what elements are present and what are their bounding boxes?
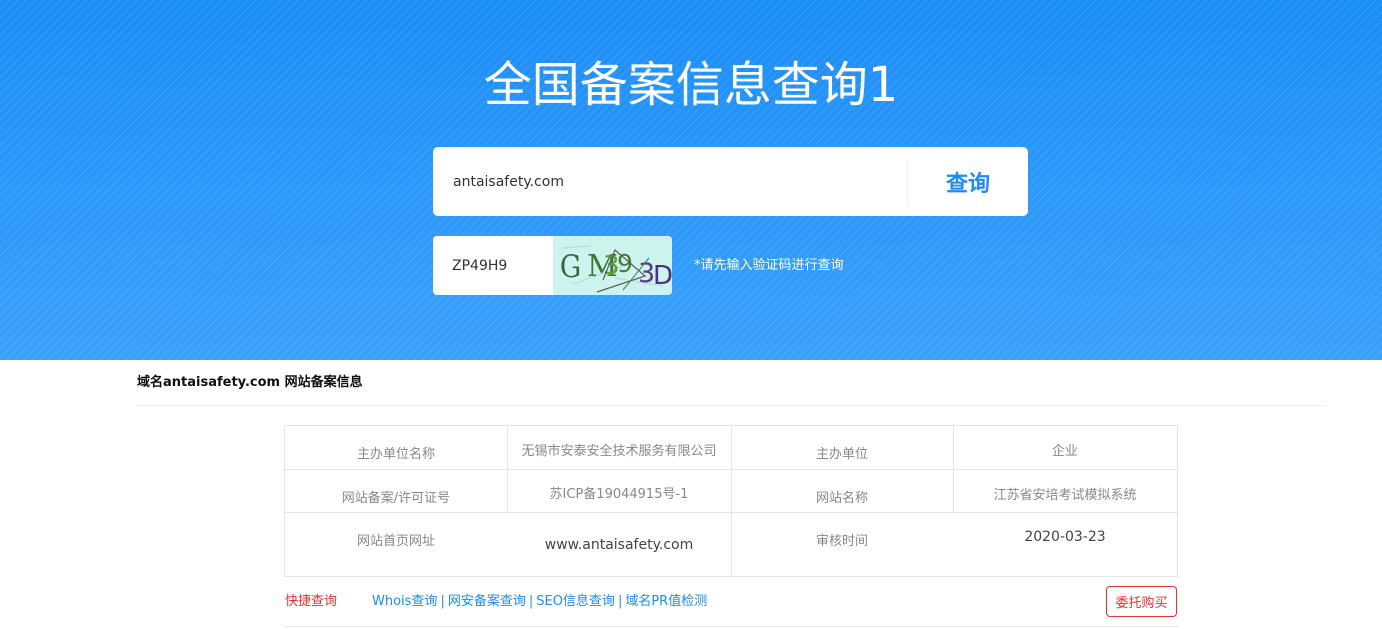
section-title: 域名antaisafety.com 网站备案信息: [137, 375, 363, 390]
table-divider: [285, 512, 1177, 513]
domain-pr-link[interactable]: 域名PR值检测: [625, 594, 707, 609]
link-separator: |: [440, 594, 445, 609]
label-site-name: 网站名称: [815, 491, 868, 506]
bottom-divider: [284, 626, 1178, 627]
captcha-image[interactable]: G M 3 9 3 D: [553, 236, 672, 295]
quick-query-label: 快捷查询: [285, 594, 338, 609]
captcha-box: G M 3 9 3 D: [433, 236, 672, 295]
domain-search-input[interactable]: [433, 147, 907, 216]
value-host-unit-name: 无锡市安泰安全技术服务有限公司: [521, 444, 717, 459]
link-separator: |: [617, 594, 623, 609]
quick-query-links: Whois查询 | 网安备案查询 | SEO信息查询 | 域名PR值检测: [372, 593, 707, 611]
whois-link[interactable]: Whois查询: [372, 594, 437, 609]
value-review-date: 2020-03-23: [1024, 529, 1106, 545]
svg-text:G: G: [560, 248, 581, 284]
label-homepage-url: 网站首页网址: [356, 534, 435, 549]
search-box: 查询: [433, 147, 1028, 216]
page-title: 全国备案信息查询1: [483, 57, 899, 113]
label-host-unit-type: 主办单位: [815, 447, 868, 462]
label-host-unit-name: 主办单位名称: [356, 447, 435, 462]
search-button[interactable]: 查询: [908, 147, 1028, 216]
value-homepage-url: www.antaisafety.com: [544, 537, 694, 553]
entrust-purchase-button[interactable]: 委托购买: [1106, 586, 1177, 617]
svg-text:D: D: [653, 261, 672, 291]
captcha-hint: *请先输入验证码进行查询: [694, 258, 844, 273]
label-review-date: 审核时间: [815, 534, 868, 549]
hero-banner: 全国备案信息查询1 查询 G M 3 9 3 D *请先输入验证码进行查询: [0, 0, 1382, 360]
record-info-table: 主办单位名称 无锡市安泰安全技术服务有限公司 主办单位 企业 网站备案/许可证号…: [284, 425, 1178, 577]
section-divider: [137, 405, 1325, 406]
seo-info-link[interactable]: SEO信息查询: [536, 594, 615, 609]
captcha-input[interactable]: [433, 236, 553, 295]
value-host-unit-type: 企业: [1051, 444, 1078, 459]
link-separator: |: [528, 594, 534, 609]
value-license-number: 苏ICP备19044915号-1: [549, 487, 689, 502]
value-site-name: 江苏省安培考试模拟系统: [993, 488, 1137, 503]
security-record-link[interactable]: 网安备案查询: [448, 594, 526, 609]
table-divider: [285, 469, 1177, 470]
label-license-number: 网站备案/许可证号: [341, 491, 451, 506]
